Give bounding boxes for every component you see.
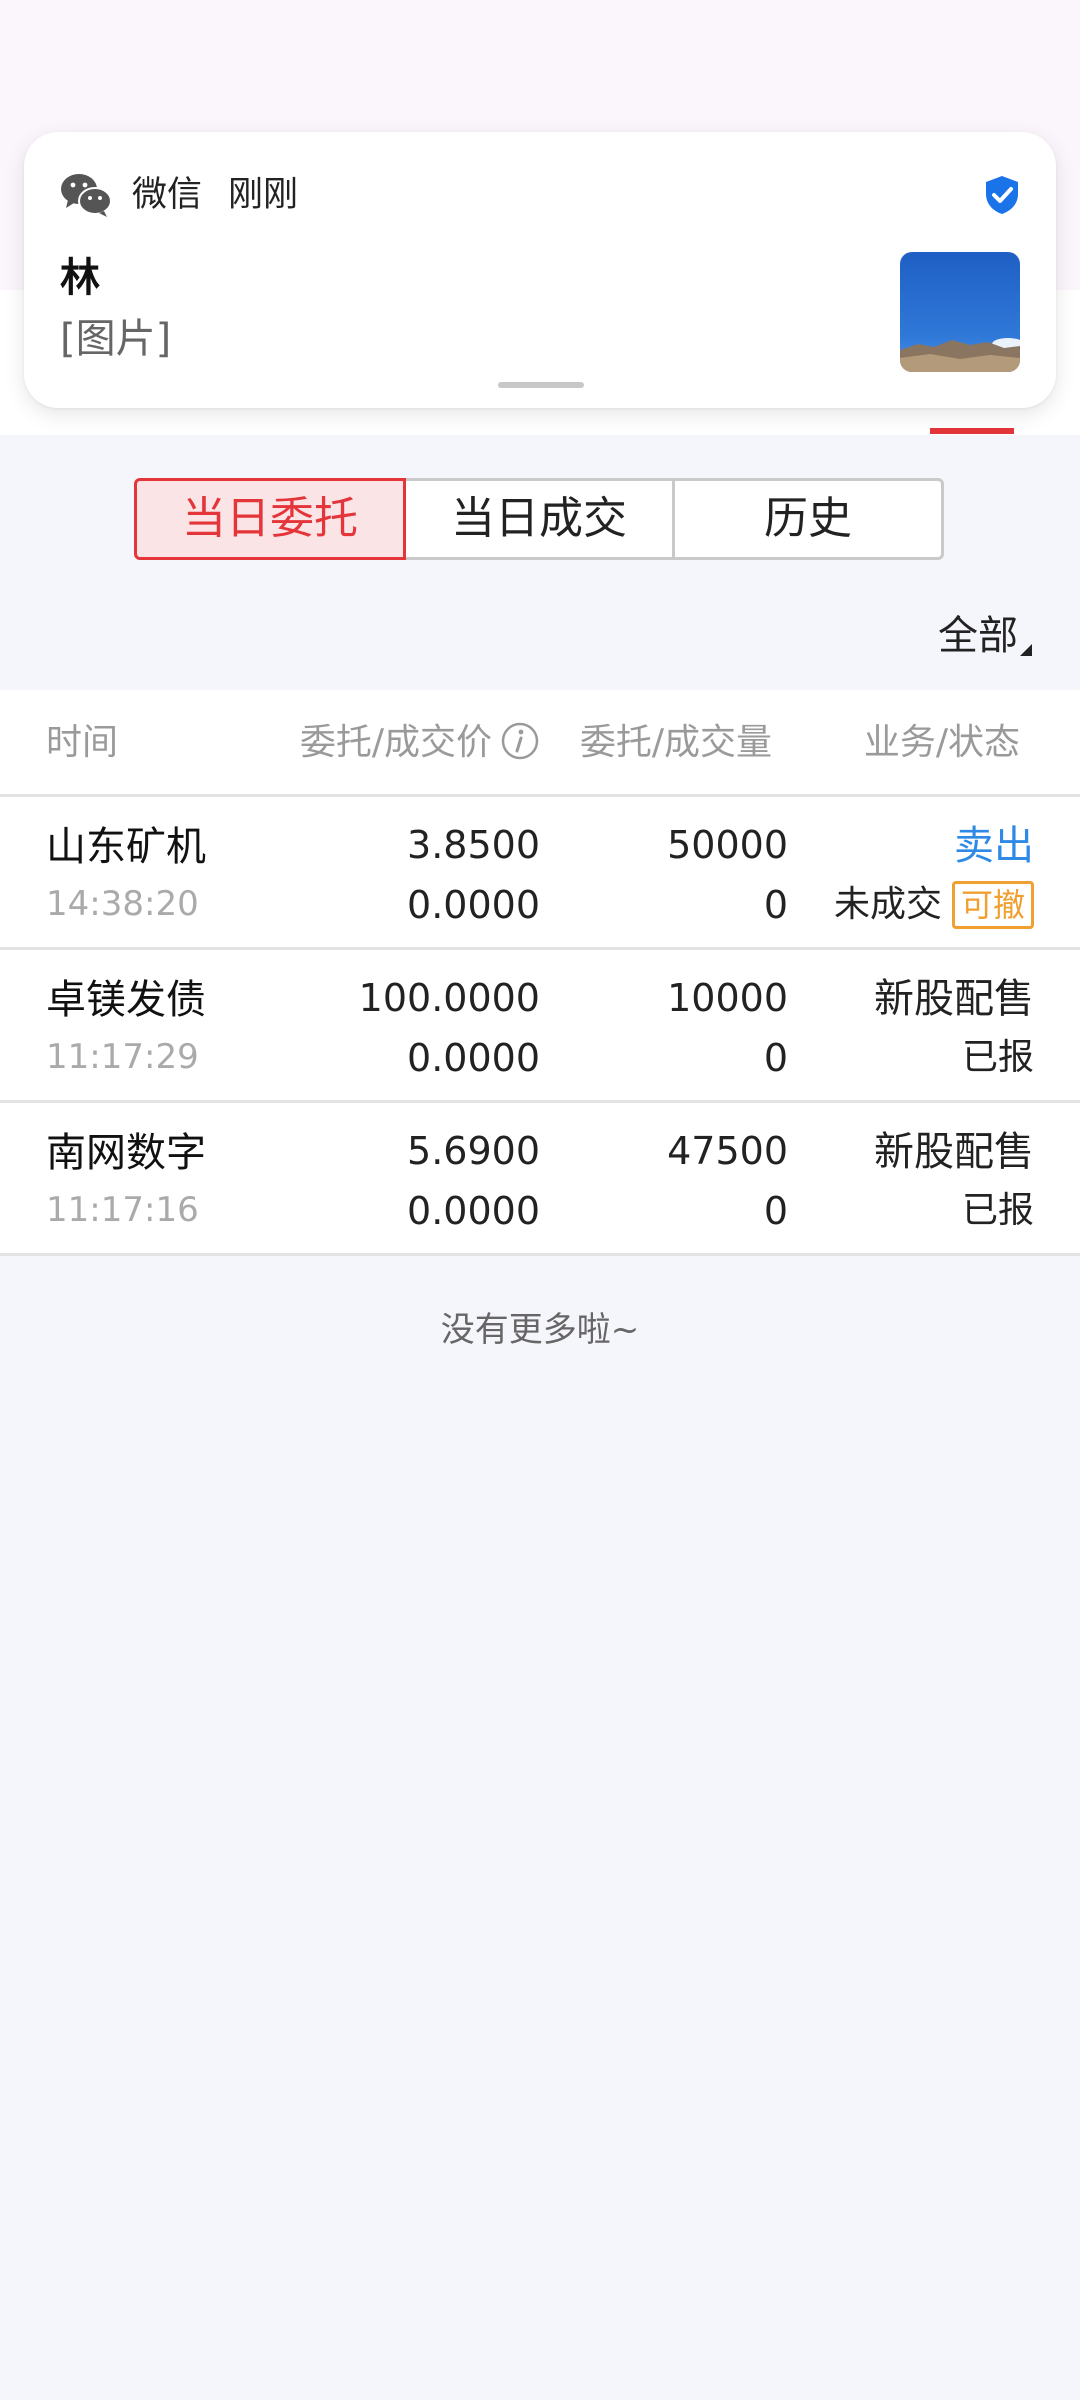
active-tab-indicator (930, 428, 1014, 434)
filter-label: 全部 (938, 613, 1018, 659)
stock-name: 卓镁发债 (46, 977, 206, 1023)
order-quantity: 47500 (667, 1129, 788, 1173)
header-price: 委托/成交价 (300, 690, 540, 796)
table-row[interactable]: 卓镁发债 11:17:29 100.0000 0.0000 10000 0 新股… (0, 950, 1080, 1103)
header-time: 时间 (46, 722, 119, 763)
wechat-icon (61, 174, 112, 217)
notification-message: [图片] (60, 316, 172, 362)
tab-history[interactable]: 历史 (675, 478, 944, 560)
deal-quantity: 0 (763, 1189, 788, 1233)
order-status-text: 未成交 (833, 884, 942, 925)
business-type: 新股配售 (874, 976, 1034, 1022)
deal-price: 0.0000 (407, 1189, 540, 1233)
table-row[interactable]: 山东矿机 14:38:20 3.8500 0.0000 50000 0 卖出 未… (0, 797, 1080, 950)
order-status: 未成交 可撤 (834, 877, 1034, 933)
order-status-text: 已报 (961, 1190, 1034, 1231)
header-price-label: 委托/成交价 (299, 722, 492, 763)
business-type: 卖出 (954, 823, 1034, 869)
order-price: 5.6900 (407, 1129, 540, 1173)
no-more-text: 没有更多啦~ (440, 1310, 640, 1350)
tab-today-orders[interactable]: 当日委托 (134, 478, 406, 560)
notification-sender: 林 (60, 255, 100, 301)
filter-dropdown[interactable]: 全部 (938, 608, 1032, 664)
deal-quantity: 0 (763, 883, 788, 927)
cancel-button[interactable]: 可撤 (951, 881, 1034, 929)
order-status-text: 已报 (961, 1037, 1034, 1078)
order-price: 3.8500 (407, 823, 540, 867)
tab-today-deals[interactable]: 当日成交 (406, 478, 675, 560)
stock-name: 南网数字 (46, 1130, 206, 1176)
deal-price: 0.0000 (407, 883, 540, 927)
order-status: 已报 (962, 1030, 1034, 1086)
notification-drag-handle[interactable] (498, 382, 584, 388)
deal-price: 0.0000 (407, 1036, 540, 1080)
header-quantity: 委托/成交量 (579, 722, 772, 763)
info-icon[interactable] (500, 721, 540, 761)
order-status: 已报 (962, 1183, 1034, 1239)
table-header: 时间 委托/成交价 委托/成交量 业务/状态 (0, 690, 1080, 797)
header-status: 业务/状态 (863, 722, 1020, 763)
order-time: 11:17:16 (46, 1190, 199, 1230)
image-thumbnail[interactable] (900, 252, 1020, 372)
order-time: 14:38:20 (46, 884, 199, 924)
shield-check-icon (986, 176, 1018, 214)
deal-quantity: 0 (763, 1036, 788, 1080)
table-row[interactable]: 南网数字 11:17:16 5.6900 0.0000 47500 0 新股配售… (0, 1103, 1080, 1256)
notification-time: 刚刚 (228, 175, 299, 215)
order-quantity: 10000 (667, 976, 788, 1020)
notification-app-name: 微信 (132, 175, 203, 215)
order-price: 100.0000 (358, 976, 540, 1020)
business-type: 新股配售 (874, 1129, 1034, 1175)
dropdown-corner-icon (1020, 644, 1032, 656)
orders-table: 时间 委托/成交价 委托/成交量 业务/状态 山东矿机 14:38:20 3.8… (0, 690, 1080, 1256)
order-tabs: 当日委托 当日成交 历史 (134, 478, 944, 560)
wechat-notification[interactable]: 微信 刚刚 林 [图片] (24, 132, 1056, 408)
stock-name: 山东矿机 (46, 824, 206, 870)
order-quantity: 50000 (667, 823, 788, 867)
order-time: 11:17:29 (46, 1037, 199, 1077)
